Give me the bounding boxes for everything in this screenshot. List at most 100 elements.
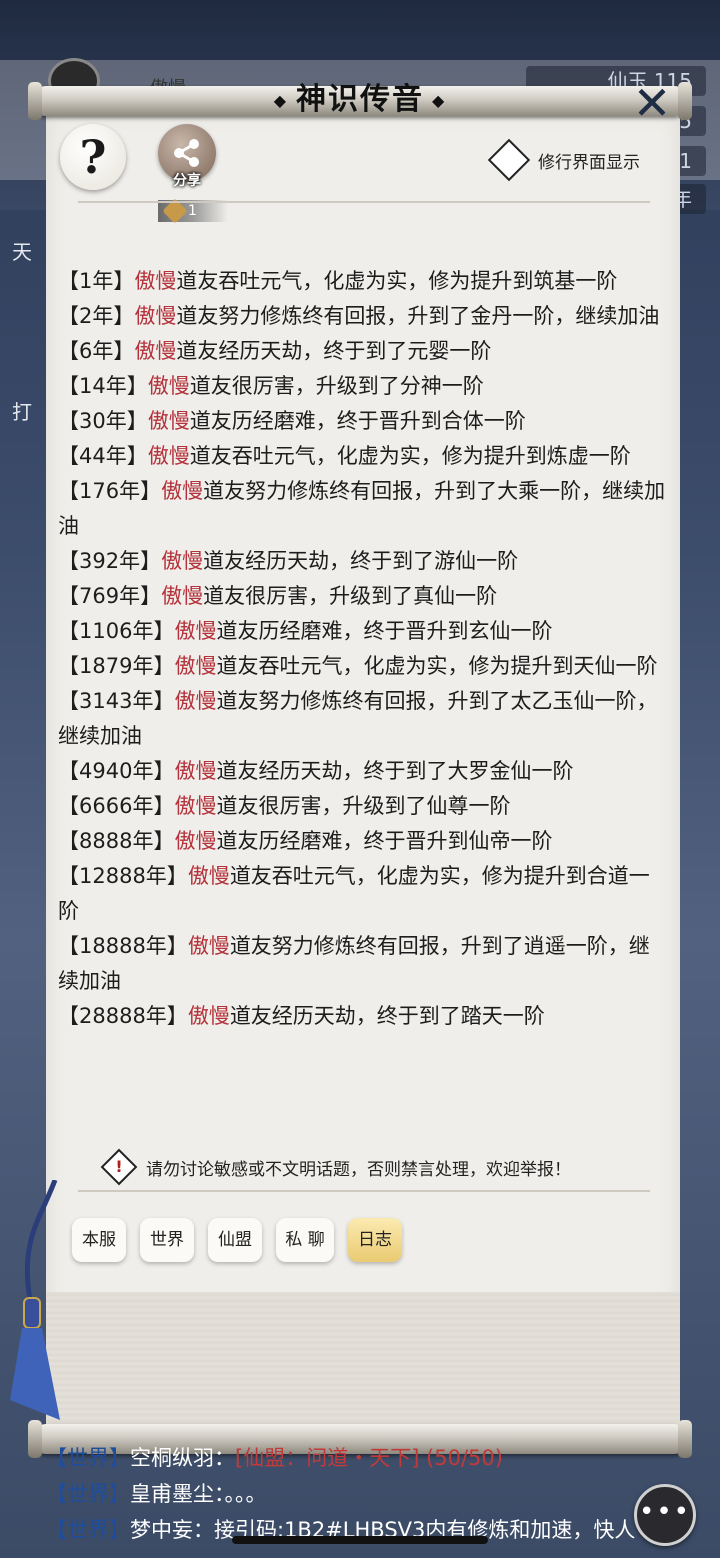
- log-entry: 【30年】傲慢道友历经磨难，终于晋升到合体一阶: [58, 404, 670, 439]
- log-year: 【3143年】: [58, 689, 175, 713]
- chat-name: 皇甫墨尘：: [130, 1482, 225, 1506]
- chat-tag: 【世界】: [46, 1482, 130, 1506]
- chat-tag: 【世界】: [46, 1446, 130, 1470]
- log-player-name[interactable]: 傲慢: [188, 934, 230, 958]
- log-entry: 【18888年】傲慢道友努力修炼终有回报，升到了逍遥一阶，继续加油: [58, 929, 670, 999]
- share-icon: [174, 139, 199, 167]
- chat-text: [仙盟：问道・天下] (50/50): [235, 1446, 503, 1470]
- log-text: 道友历经磨难，终于晋升到仙帝一阶: [216, 829, 553, 853]
- log-entry: 【769年】傲慢道友很厉害，升级到了真仙一阶: [58, 579, 670, 614]
- log-entry: 【8888年】傲慢道友历经磨难，终于晋升到仙帝一阶: [58, 824, 670, 859]
- scroll-count-badge: 1: [158, 198, 228, 224]
- log-entry: 【6666年】傲慢道友很厉害，升级到了仙尊一阶: [58, 789, 670, 824]
- log-entry: 【2年】傲慢道友努力修炼终有回报，升到了金丹一阶，继续加油: [58, 299, 670, 334]
- log-text: 道友历经磨难，终于晋升到玄仙一阶: [216, 619, 553, 643]
- log-player-name[interactable]: 傲慢: [174, 829, 216, 853]
- home-indicator[interactable]: [232, 1536, 488, 1544]
- log-text: 道友历经磨难，终于晋升到合体一阶: [189, 409, 526, 433]
- log-text: 道友吞吐元气，化虚为实，修为提升到天仙一阶: [216, 654, 658, 678]
- log-player-name[interactable]: 傲慢: [134, 304, 176, 328]
- log-year: 【6年】: [58, 339, 135, 363]
- log-player-name[interactable]: 傲慢: [148, 409, 190, 433]
- log-entry: 【1879年】傲慢道友吞吐元气，化虚为实，修为提升到天仙一阶: [58, 649, 670, 684]
- log-player-name[interactable]: 傲慢: [174, 759, 216, 783]
- log-entry: 【6年】傲慢道友经历天劫，终于到了元婴一阶: [58, 334, 670, 369]
- log-entry: 【4940年】傲慢道友经历天劫，终于到了大罗金仙一阶: [58, 754, 670, 789]
- log-player-name[interactable]: 傲慢: [174, 619, 216, 643]
- log-entry: 【14年】傲慢道友很厉害，升级到了分神一阶: [58, 369, 670, 404]
- log-text: 道友经历天劫，终于到了大罗金仙一阶: [216, 759, 574, 783]
- toggle-label: 修行界面显示: [538, 152, 640, 173]
- chat-line: 【世界】空桐纵羽：[仙盟：问道・天下] (50/50): [46, 1440, 706, 1476]
- log-entry: 【176年】傲慢道友努力修炼终有回报，升到了大乘一阶，继续加油: [58, 474, 670, 544]
- cultivation-log: 【1年】傲慢道友吞吐元气，化虚为实，修为提升到筑基一阶 【2年】傲慢道友努力修炼终…: [58, 264, 670, 1034]
- channel-tabs: 本服 世界 仙盟 私 聊 日志: [72, 1218, 402, 1262]
- log-text: 道友很厉害，升级到了真仙一阶: [203, 584, 498, 608]
- log-player-name[interactable]: 傲慢: [161, 584, 203, 608]
- log-player-name[interactable]: 傲慢: [161, 479, 203, 503]
- log-text: 道友努力修炼终有回报，升到了金丹一阶，继续加油: [176, 304, 660, 328]
- divider-top: [78, 201, 650, 203]
- log-year: 【176年】: [58, 479, 162, 503]
- log-year: 【1年】: [58, 269, 135, 293]
- log-player-name[interactable]: 傲慢: [148, 374, 190, 398]
- log-player-name[interactable]: 傲慢: [188, 864, 230, 888]
- log-year: 【6666年】: [58, 794, 175, 818]
- log-text: 道友经历天劫，终于到了元婴一阶: [176, 339, 492, 363]
- chat-line: 【世界】皇甫墨尘：。。。: [46, 1476, 706, 1512]
- log-entry: 【12888年】傲慢道友吞吐元气，化虚为实，修为提升到合道一阶: [58, 859, 670, 929]
- chat-text: 。。。: [224, 1482, 267, 1506]
- tab-alliance[interactable]: 仙盟: [208, 1218, 262, 1262]
- log-player-name[interactable]: 傲慢: [148, 444, 190, 468]
- share-label: 分享: [173, 173, 201, 189]
- log-year: 【4940年】: [58, 759, 175, 783]
- tassel-decoration: [10, 1180, 60, 1420]
- side-label-1: 天: [12, 240, 32, 264]
- log-year: 【44年】: [58, 444, 148, 468]
- log-entry: 【1年】傲慢道友吞吐元气，化虚为实，修为提升到筑基一阶: [58, 264, 670, 299]
- dialog-title: ◆ 神识传音 ◆: [228, 80, 492, 120]
- warning-notice: ! 请勿讨论敏感或不文明话题，否则禁言处理，欢迎举报！: [100, 1148, 660, 1186]
- log-year: 【769年】: [58, 584, 162, 608]
- log-entry: 【44年】傲慢道友吞吐元气，化虚为实，修为提升到炼虚一阶: [58, 439, 670, 474]
- log-year: 【8888年】: [58, 829, 175, 853]
- log-player-name[interactable]: 傲慢: [174, 654, 216, 678]
- tab-server[interactable]: 本服: [72, 1218, 126, 1262]
- help-icon: ?: [79, 130, 107, 184]
- log-entry: 【392年】傲慢道友经历天劫，终于到了游仙一阶: [58, 544, 670, 579]
- checkbox-diamond-icon[interactable]: [487, 138, 531, 182]
- log-year: 【12888年】: [58, 864, 188, 888]
- side-label-2: 打: [12, 400, 32, 424]
- log-text: 道友很厉害，升级到了仙尊一阶: [216, 794, 511, 818]
- tab-private[interactable]: 私 聊: [276, 1218, 334, 1262]
- log-player-name[interactable]: 傲慢: [134, 269, 176, 293]
- chat-name: 空桐纵羽：: [130, 1446, 235, 1470]
- log-player-name[interactable]: 傲慢: [161, 549, 203, 573]
- log-player-name[interactable]: 傲慢: [134, 339, 176, 363]
- log-player-name[interactable]: 傲慢: [174, 794, 216, 818]
- tab-world[interactable]: 世界: [140, 1218, 194, 1262]
- log-year: 【28888年】: [58, 1004, 188, 1028]
- log-entry: 【3143年】傲慢道友努力修炼终有回报，升到了太乙玉仙一阶，继续加油: [58, 684, 670, 754]
- log-player-name[interactable]: 傲慢: [174, 689, 216, 713]
- title-diamond-right-icon: ◆: [432, 91, 447, 110]
- chat-tag: 【世界】: [46, 1518, 130, 1542]
- help-button[interactable]: ?: [60, 124, 126, 190]
- tab-log[interactable]: 日志: [348, 1218, 402, 1262]
- log-text: 道友经历天劫，终于到了游仙一阶: [203, 549, 519, 573]
- log-player-name[interactable]: 傲慢: [188, 1004, 230, 1028]
- warning-text: 请勿讨论敏感或不文明话题，否则禁言处理，欢迎举报！: [146, 1159, 571, 1180]
- log-text: 道友吞吐元气，化虚为实，修为提升到炼虚一阶: [189, 444, 631, 468]
- log-text: 道友很厉害，升级到了分神一阶: [189, 374, 484, 398]
- title-diamond-left-icon: ◆: [273, 91, 288, 110]
- log-year: 【2年】: [58, 304, 135, 328]
- log-year: 【18888年】: [58, 934, 188, 958]
- chat-bubble-button[interactable]: •••: [634, 1484, 696, 1546]
- log-year: 【1879年】: [58, 654, 175, 678]
- log-year: 【392年】: [58, 549, 162, 573]
- cultivation-display-toggle[interactable]: 修行界面显示: [487, 138, 640, 182]
- log-text: 道友经历天劫，终于到了踏天一阶: [229, 1004, 545, 1028]
- log-text: 道友吞吐元气，化虚为实，修为提升到筑基一阶: [176, 269, 618, 293]
- badge-count: 1: [188, 203, 197, 219]
- close-button[interactable]: ✕: [628, 80, 676, 126]
